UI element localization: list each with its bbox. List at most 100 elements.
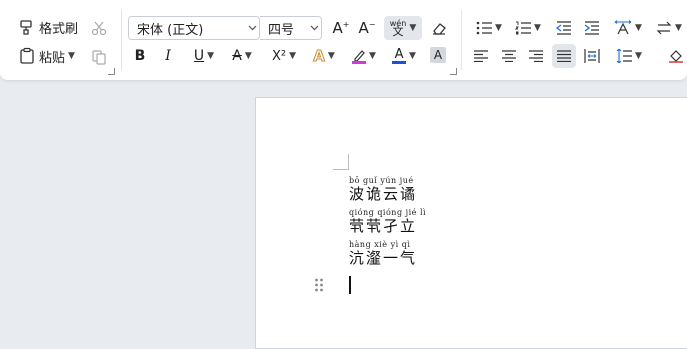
chevron-down-icon: ▼ — [635, 23, 642, 33]
chevron-down-icon: ▼ — [495, 23, 502, 33]
group-separator — [461, 10, 462, 70]
line-spacing-button[interactable]: ▼ — [614, 46, 644, 66]
format-painter-icon — [20, 20, 32, 35]
underline-icon: U — [193, 48, 205, 64]
pinyin-annotation: qióng qióng jié lì — [349, 208, 427, 217]
italic-button[interactable]: I — [159, 46, 177, 66]
align-right-button[interactable] — [527, 46, 545, 66]
phonetic-line[interactable]: qióng qióng jié lì 茕茕孑立 — [349, 208, 426, 235]
pinyin-guide-icon: wén 文 — [389, 18, 407, 38]
pinyin-annotation: bō guǐ yún jué — [349, 176, 414, 185]
chevron-down-icon: ▼ — [244, 51, 252, 61]
justify-button[interactable] — [552, 44, 576, 68]
text-direction-icon — [656, 21, 672, 35]
chevron-down-icon: ▼ — [409, 51, 416, 61]
increase-indent-button[interactable] — [583, 18, 601, 38]
drag-handle-icon[interactable] — [314, 277, 324, 293]
decrease-indent-icon — [556, 21, 571, 35]
justify-icon — [557, 50, 571, 62]
chevron-down-icon: ▼ — [327, 51, 335, 61]
shading-button[interactable] — [668, 46, 687, 66]
line-spacing-icon — [616, 49, 633, 63]
clear-format-button[interactable] — [429, 18, 449, 38]
bold-icon: B — [134, 48, 146, 64]
idiom-text: 沆瀣一气 — [349, 249, 418, 267]
shrink-font-button[interactable]: A− — [357, 18, 377, 38]
pinyin-annotation: hàng xiè yì qì — [349, 240, 411, 249]
pinyin-guide-button[interactable]: wén 文 ▼ — [384, 16, 422, 40]
format-painter-label: 格式刷 — [39, 21, 79, 37]
highlighter-icon — [354, 49, 365, 61]
clipboard-dialog-launcher[interactable] — [108, 68, 115, 75]
scissors-icon — [91, 21, 107, 36]
clipboard-icon — [20, 47, 34, 64]
superscript-button[interactable]: X² ▼ — [268, 46, 300, 66]
chevron-down-icon: ▼ — [534, 23, 541, 33]
grow-font-icon: A+ — [332, 19, 350, 37]
align-center-icon — [502, 50, 516, 62]
chevron-down-icon: ▼ — [675, 23, 682, 33]
chevron-down-icon: ▼ — [289, 51, 297, 61]
font-size-select[interactable]: 四号 — [260, 16, 322, 40]
decrease-indent-button[interactable] — [555, 18, 573, 38]
document-page[interactable] — [255, 97, 687, 349]
text-direction-button[interactable]: ▼ — [654, 18, 684, 38]
group-separator — [121, 10, 122, 70]
align-left-icon — [474, 50, 488, 62]
char-shading-icon: A — [433, 48, 443, 62]
font-size-value: 四号 — [268, 22, 295, 38]
chevron-down-icon: ▼ — [207, 51, 215, 61]
grow-font-button[interactable]: A+ — [331, 18, 351, 38]
idiom-text: 波诡云谲 — [349, 185, 418, 203]
phonetic-line[interactable]: bō guǐ yún jué 波诡云谲 — [349, 176, 417, 203]
font-dialog-launcher[interactable] — [450, 68, 457, 75]
distributed-align-button[interactable] — [583, 46, 601, 66]
paint-bucket-icon — [669, 50, 683, 63]
bullet-list-button[interactable]: ▼ — [474, 18, 504, 38]
font-color-swatch — [392, 61, 407, 64]
font-color-button[interactable]: A ▼ — [388, 44, 420, 68]
numbered-list-button[interactable]: ▼ — [513, 18, 543, 38]
shrink-font-icon: A− — [358, 19, 376, 37]
chevron-down-icon: ▼ — [68, 51, 75, 61]
highlight-button[interactable]: ▼ — [348, 44, 380, 68]
chevron-down-icon: ▼ — [409, 23, 417, 33]
bold-button[interactable]: B — [131, 46, 149, 66]
char-spacing-button[interactable]: ▼ — [612, 18, 644, 38]
chevron-down-icon — [307, 25, 321, 31]
char-spacing-icon — [614, 20, 632, 35]
strikethrough-button[interactable]: A ▼ — [228, 46, 256, 66]
chevron-down-icon: ▼ — [635, 51, 642, 61]
font-color-icon: A — [394, 47, 404, 62]
strikethrough-icon: A — [232, 48, 242, 64]
char-shading-button[interactable]: A — [430, 47, 446, 63]
font-family-select[interactable]: 宋体 (正文) — [128, 16, 260, 40]
eraser-icon — [433, 23, 446, 35]
chevron-down-icon: ▼ — [369, 51, 376, 61]
align-center-button[interactable] — [500, 46, 518, 66]
numbered-list-icon — [515, 21, 532, 35]
copy-button[interactable] — [89, 47, 109, 67]
increase-indent-icon — [584, 21, 599, 35]
text-effect-button[interactable]: A ▼ — [308, 46, 340, 66]
idiom-text: 茕茕孑立 — [349, 217, 418, 235]
chevron-down-icon — [245, 25, 259, 31]
font-family-value: 宋体 (正文) — [137, 22, 204, 38]
text-effect-icon: A — [313, 47, 326, 66]
margin-corner-mark — [333, 154, 349, 170]
phonetic-line[interactable]: hàng xiè yì qì 沆瀣一气 — [349, 240, 417, 267]
align-left-button[interactable] — [472, 46, 490, 66]
ribbon-toolbar: 格式刷 粘贴 ▼ 宋体 (正文) 四号 A+ A− wén文 ▼ B I U — [0, 0, 687, 81]
italic-icon: I — [165, 48, 171, 64]
format-painter-button[interactable]: 格式刷 — [18, 16, 78, 38]
underline-button[interactable]: U ▼ — [190, 46, 218, 66]
bullet-list-icon — [476, 21, 493, 35]
align-right-icon — [529, 50, 543, 62]
cut-button[interactable] — [89, 18, 109, 38]
text-cursor — [349, 276, 351, 294]
paste-button[interactable]: 粘贴 ▼ — [18, 45, 75, 67]
highlight-color-swatch — [352, 60, 367, 64]
superscript-icon: X² — [271, 48, 287, 64]
paste-label: 粘贴 — [39, 50, 66, 66]
copy-icon — [92, 50, 106, 65]
